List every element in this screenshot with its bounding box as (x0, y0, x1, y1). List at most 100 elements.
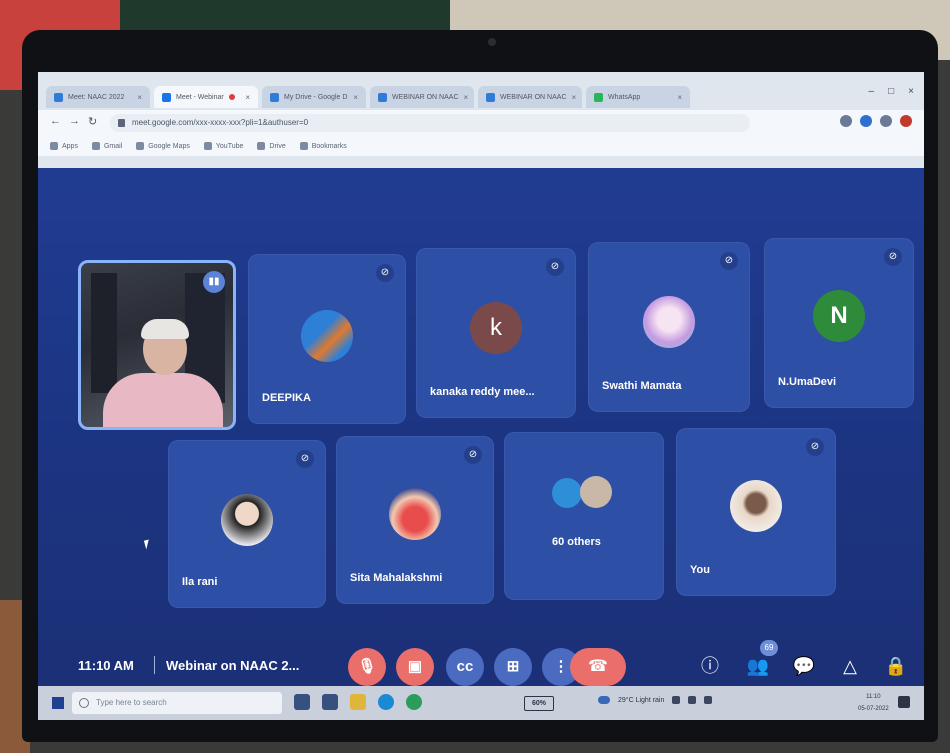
participant-tile[interactable]: ⊘ DEEPIKA (248, 254, 406, 424)
network-icon[interactable] (672, 696, 681, 704)
person-video (103, 373, 223, 427)
widgets-icon[interactable] (322, 694, 338, 710)
bookmark-item[interactable]: Bookmarks (299, 142, 347, 150)
task-view-icon[interactable] (294, 694, 310, 710)
sheets-icon (486, 92, 495, 102)
captions-button[interactable]: cc (446, 648, 484, 686)
edge-icon[interactable] (378, 694, 394, 710)
taskbar-search-input[interactable]: Type here to search (72, 692, 282, 714)
speaking-indicator-icon: ▮▮ (203, 271, 225, 293)
host-controls-icon[interactable]: 🔒 (884, 654, 908, 678)
avatar (552, 478, 582, 508)
participant-tile[interactable]: ⊘ Swathi Mamata (588, 242, 750, 412)
reload-icon[interactable]: ↻ (88, 115, 97, 128)
mouse-cursor (143, 539, 152, 550)
meet-icon (162, 92, 171, 102)
bookmark-item[interactable]: YouTube (203, 142, 243, 150)
avatar (643, 296, 695, 348)
leave-call-button[interactable]: ☎ (570, 648, 626, 686)
notification-icon[interactable] (898, 696, 910, 708)
bookmark-icon (257, 142, 266, 150)
participant-tile-others[interactable]: 60 others (504, 432, 664, 600)
mic-off-icon: ⊘ (720, 252, 738, 270)
back-icon[interactable]: ← (50, 115, 61, 128)
extension-icon[interactable] (840, 115, 852, 127)
close-icon[interactable]: × (677, 93, 682, 102)
taskbar-apps (294, 694, 422, 710)
close-icon[interactable]: × (572, 93, 577, 102)
browser-tab[interactable]: WhatsApp × (586, 86, 690, 108)
search-placeholder: Type here to search (96, 698, 167, 707)
meeting-time: 11:10 AM (78, 658, 134, 673)
battery-icon[interactable]: 60% (524, 696, 554, 711)
docs-icon (378, 92, 387, 102)
bookmark-item[interactable]: Apps (50, 142, 78, 150)
browser-tab[interactable]: WEBINAR ON NAAC × (478, 86, 582, 108)
chat-icon[interactable]: 💬 (792, 654, 816, 678)
browser-tab-active[interactable]: Meet - Webinar × (154, 86, 258, 108)
forward-icon[interactable]: → (69, 115, 80, 128)
participant-name: Ila rani (182, 576, 218, 588)
participant-tile[interactable]: ⊘ You (676, 428, 836, 596)
url-text: meet.google.com/xxx-xxxx-xxx?pli=1&authu… (132, 118, 309, 127)
windows-start-icon[interactable] (52, 697, 64, 709)
participant-name: Swathi Mamata (602, 380, 682, 392)
volume-icon[interactable] (688, 696, 697, 704)
close-icon[interactable]: × (245, 93, 250, 102)
close-window-icon[interactable]: × (908, 86, 914, 97)
search-icon (79, 698, 89, 708)
mic-off-icon: ⊘ (296, 450, 314, 468)
video-background (91, 273, 117, 393)
maximize-icon[interactable]: □ (888, 86, 894, 97)
close-icon[interactable]: × (137, 93, 142, 102)
mic-off-icon: ⊘ (464, 446, 482, 464)
avatar (730, 480, 782, 532)
weather-icon[interactable] (598, 696, 610, 704)
people-icon[interactable]: 👥 (746, 654, 770, 678)
close-icon[interactable]: × (464, 93, 469, 102)
mic-off-icon: ⊘ (546, 258, 564, 276)
system-tray: 29°C Light rain (598, 696, 713, 704)
recording-icon (228, 94, 235, 100)
participant-tile[interactable]: ⊘ N N.UmaDevi (764, 238, 914, 408)
browser-tab[interactable]: WEBINAR ON NAAC × (370, 86, 474, 108)
bookmark-item[interactable]: Gmail (91, 142, 122, 150)
extension-icon[interactable] (880, 115, 892, 127)
activities-icon[interactable]: △ (838, 654, 862, 678)
participant-name: N.UmaDevi (778, 376, 837, 388)
participant-tile[interactable]: ⊘ Sita Mahalakshmi (336, 436, 494, 604)
weather-text: 29°C Light rain (618, 696, 665, 704)
camera-toggle-button[interactable]: ▣ (396, 648, 434, 686)
avatar (221, 494, 273, 546)
browser-tab[interactable]: Meet: NAAC 2022 × (46, 86, 150, 108)
meeting-title: Webinar on NAAC 2... (166, 658, 300, 673)
avatar (389, 488, 441, 540)
present-button[interactable]: ⊞ (494, 648, 532, 686)
windows-taskbar: Type here to search 60% 29°C Light rain … (38, 686, 924, 720)
participant-name: 60 others (552, 536, 601, 548)
self-video-tile[interactable]: ▮▮ (78, 260, 236, 430)
extension-icon[interactable] (860, 115, 872, 127)
person-video (141, 319, 189, 339)
mic-toggle-button[interactable]: 🎙 (348, 648, 386, 686)
mic-off-icon: ⊘ (806, 438, 824, 456)
taskbar-clock[interactable]: 11:10 05-07-2022 (858, 691, 889, 715)
close-icon[interactable]: × (353, 93, 358, 102)
meeting-controls-bar: 11:10 AM Webinar on NAAC 2... 🎙 ▣ cc ⊞ ⋮… (38, 640, 924, 686)
avatar: N (813, 290, 865, 342)
bookmark-icon (203, 142, 212, 150)
mic-off-icon: ⊘ (884, 248, 902, 266)
bookmark-item[interactable]: Drive (257, 142, 286, 150)
chrome-icon[interactable] (406, 694, 422, 710)
address-bar[interactable]: meet.google.com/xxx-xxxx-xxx?pli=1&authu… (110, 114, 750, 132)
browser-tab[interactable]: My Drive - Google D × (262, 86, 366, 108)
participant-name: Sita Mahalakshmi (350, 572, 443, 584)
language-icon[interactable] (704, 696, 713, 704)
bookmark-item[interactable]: Google Maps (136, 142, 190, 150)
profile-avatar[interactable] (900, 115, 912, 127)
info-icon[interactable]: ⓘ (698, 654, 722, 678)
minimize-icon[interactable]: – (869, 86, 875, 97)
file-explorer-icon[interactable] (350, 694, 366, 710)
participant-tile[interactable]: ⊘ k kanaka reddy mee... (416, 248, 576, 418)
participant-tile[interactable]: ⊘ Ila rani (168, 440, 326, 608)
